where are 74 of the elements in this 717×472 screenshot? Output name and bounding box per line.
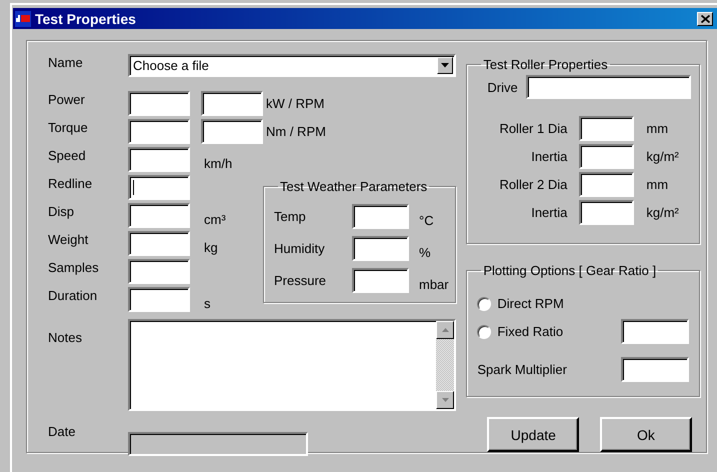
unit-label: mm: [646, 120, 670, 138]
unit-label: mbar: [419, 276, 450, 294]
unit-label: kg: [203, 239, 219, 256]
up-arrow-icon: [442, 328, 449, 332]
input-field[interactable]: [128, 91, 190, 116]
input-field[interactable]: [128, 287, 190, 312]
field-label: Disp: [48, 203, 76, 221]
dialog-button[interactable]: Update: [487, 417, 580, 452]
radio-button[interactable]: [477, 324, 492, 339]
group-title: Test Weather Parameters: [279, 179, 428, 194]
unit-label: s: [203, 295, 212, 312]
input-field[interactable]: [526, 75, 691, 99]
field-label: Roller 2 Dia: [498, 176, 568, 194]
field-label: Pressure: [274, 272, 328, 290]
input-field[interactable]: [128, 203, 190, 228]
app-icon: [15, 10, 31, 26]
input-field[interactable]: [621, 319, 689, 344]
close-icon[interactable]: [700, 14, 710, 22]
caret-icon: [441, 63, 450, 68]
field-label: Roller 1 Dia: [498, 120, 568, 138]
unit-label: mm: [646, 176, 670, 194]
input-field[interactable]: [579, 172, 634, 197]
field-label: Inertia: [530, 204, 568, 222]
field-label: Spark Multiplier: [477, 361, 568, 378]
dialog-button[interactable]: Ok: [600, 417, 692, 452]
scroll-down-button[interactable]: [436, 391, 454, 409]
input-field[interactable]: [201, 119, 263, 144]
field-label: Speed: [48, 147, 87, 165]
field-label: Name: [48, 54, 84, 72]
field-label: Redline: [48, 175, 94, 193]
unit-label: Nm / RPM: [265, 123, 327, 141]
input-field[interactable]: [128, 119, 190, 144]
group-title: Plotting Options [ Gear Ratio ]: [482, 262, 658, 278]
radio-button[interactable]: [477, 296, 492, 311]
scroll-up-button[interactable]: [436, 321, 454, 339]
field-label: Temp: [274, 208, 307, 226]
input-field[interactable]: [201, 91, 263, 116]
unit-label: kg/m²: [646, 148, 680, 166]
field-label: Drive: [487, 78, 518, 96]
down-arrow-icon: [442, 398, 449, 402]
unit-label: kg/m²: [646, 204, 680, 222]
field-label: Samples: [48, 259, 100, 277]
radio-label[interactable]: Direct RPM: [497, 296, 564, 312]
close-button[interactable]: [697, 12, 713, 26]
input-field[interactable]: [621, 357, 689, 382]
field-label: Inertia: [530, 148, 568, 166]
radio-label[interactable]: Fixed Ratio: [497, 324, 564, 340]
input-field[interactable]: [128, 147, 190, 172]
unit-label: kW / RPM: [265, 95, 326, 113]
input-field[interactable]: [352, 204, 409, 229]
notes-field[interactable]: [128, 319, 456, 411]
input-field[interactable]: [128, 175, 190, 200]
dropdown-arrow-button[interactable]: [437, 57, 454, 74]
input-field[interactable]: [352, 268, 409, 293]
field-label: Weight: [48, 231, 90, 249]
file-dropdown[interactable]: Choose a file: [128, 54, 456, 77]
window-title: Test Properties: [35, 10, 137, 26]
unit-label: °C: [419, 212, 435, 230]
field-label: Date: [48, 423, 76, 441]
input-field[interactable]: [128, 231, 190, 256]
field-label: Notes: [48, 329, 83, 347]
field-label: Humidity: [274, 240, 326, 258]
field-label: Power: [48, 91, 86, 109]
field-label: Duration: [48, 287, 98, 305]
unit-label: km/h: [203, 155, 234, 172]
input-field[interactable]: [352, 236, 409, 261]
input-field[interactable]: [579, 144, 634, 169]
unit-label: %: [419, 244, 432, 262]
group-title: Test Roller Properties: [482, 57, 609, 72]
input-field[interactable]: [128, 259, 190, 284]
input-field[interactable]: [579, 200, 634, 225]
field-label: Torque: [48, 119, 89, 137]
unit-label: cm³: [203, 211, 227, 228]
input-field[interactable]: [579, 116, 634, 141]
